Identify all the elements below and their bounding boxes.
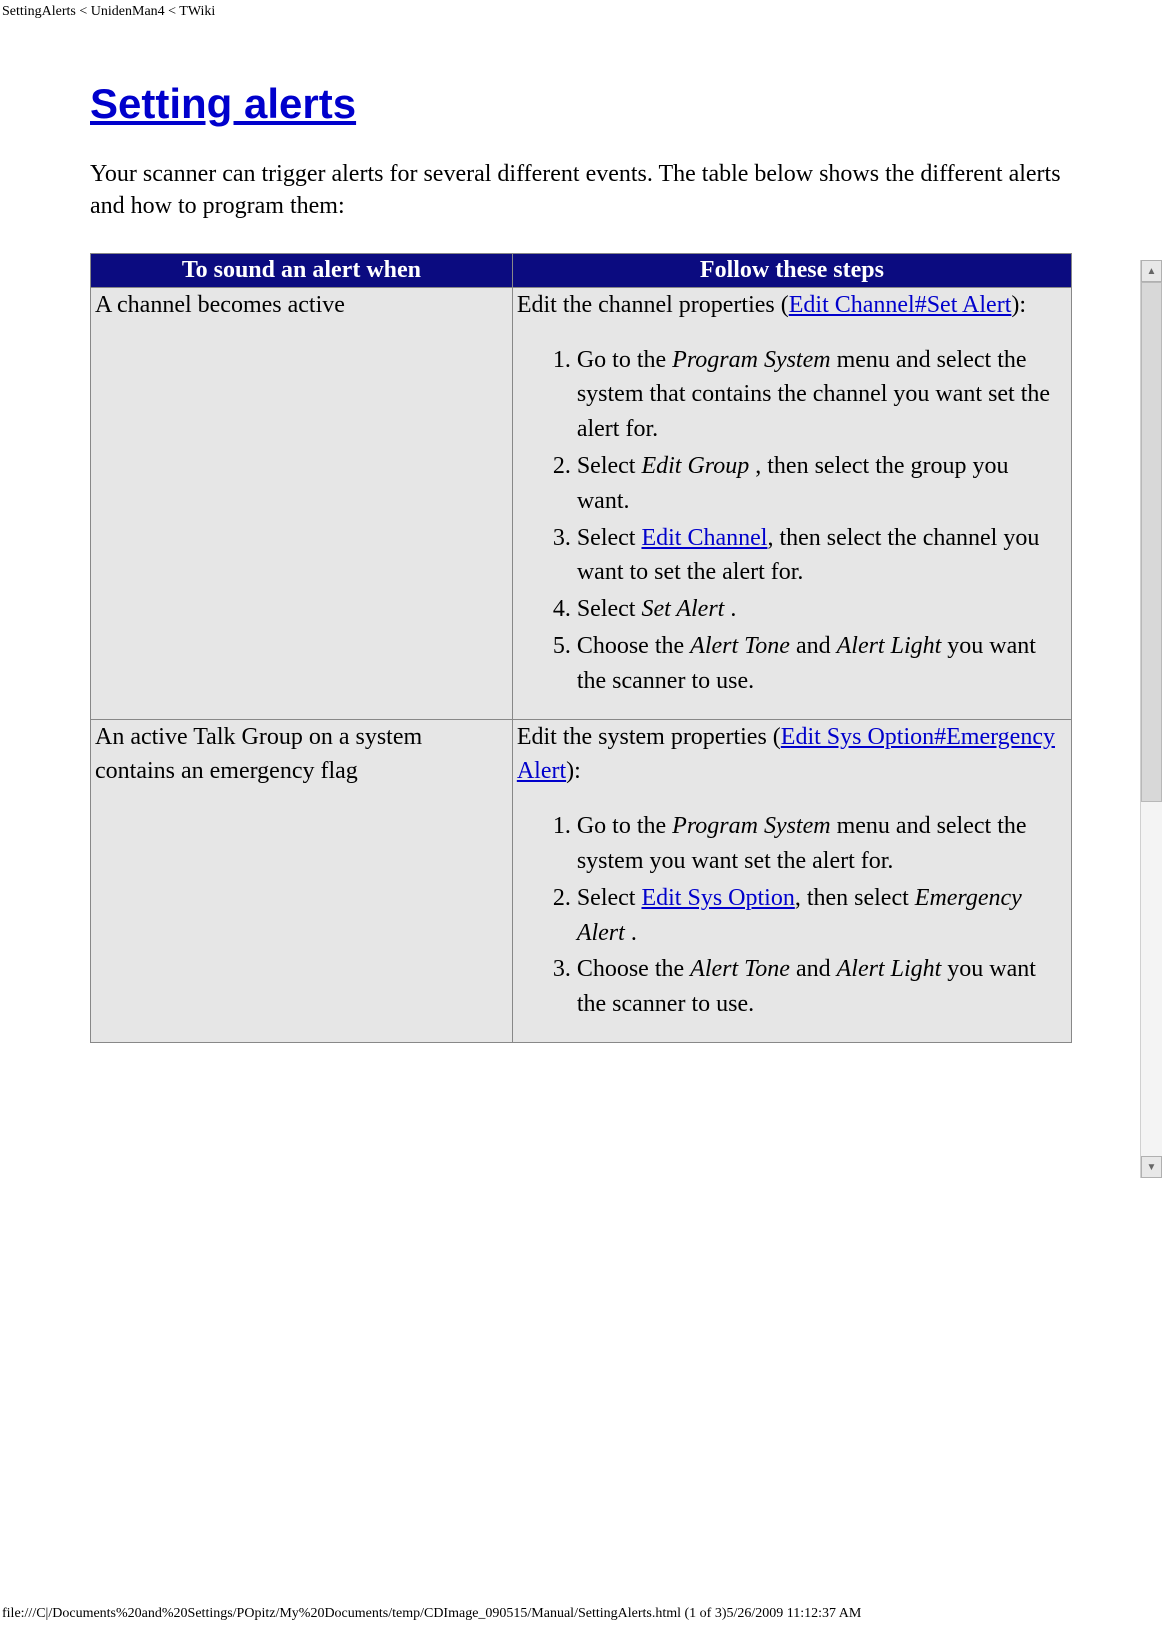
steps-list: Go to the Program System menu and select… [517,343,1067,699]
lead-text: Edit the channel properties ( [517,292,789,318]
chevron-up-icon: ▲ [1147,266,1157,277]
list-item: Select Edit Sys Option, then select Emer… [577,881,1067,951]
intro-text: Your scanner can trigger alerts for seve… [90,158,1072,223]
page-title: Setting alerts [90,80,1072,128]
lead-text: Edit the system properties ( [517,724,781,750]
col-header-steps: Follow these steps [512,253,1071,287]
list-item: Select Edit Channel, then select the cha… [577,521,1067,591]
alerts-table: To sound an alert when Follow these step… [90,253,1072,1043]
steps-cell: Edit the channel properties (Edit Channe… [512,287,1071,719]
scroll-down-button[interactable]: ▼ [1141,1156,1162,1178]
steps-list: Go to the Program System menu and select… [517,809,1067,1022]
scroll-up-button[interactable]: ▲ [1141,260,1162,282]
scroll-track[interactable] [1141,282,1162,1156]
edit-channel-set-alert-link[interactable]: Edit Channel#Set Alert [789,292,1012,318]
lead-text-post: ): [566,758,581,784]
chevron-down-icon: ▼ [1147,1162,1157,1173]
scroll-thumb[interactable] [1141,282,1162,802]
list-item: Go to the Program System menu and select… [577,809,1067,879]
title-link[interactable]: Setting alerts [90,80,356,127]
list-item: Select Set Alert . [577,592,1067,627]
col-header-trigger: To sound an alert when [91,253,513,287]
list-item: Choose the Alert Tone and Alert Light yo… [577,629,1067,699]
list-item: Choose the Alert Tone and Alert Light yo… [577,952,1067,1022]
trigger-cell: A channel becomes active [91,287,513,719]
header-breadcrumb: SettingAlerts < UnidenMan4 < TWiki [0,0,1162,20]
vertical-scrollbar[interactable]: ▲ ▼ [1140,260,1162,1178]
table-row: An active Talk Group on a system contain… [91,719,1072,1042]
footer-file-path: file:///C|/Documents%20and%20Settings/PO… [2,1606,1160,1622]
lead-text-post: ): [1011,292,1026,318]
edit-sys-option-link[interactable]: Edit Sys Option [641,885,794,911]
list-item: Select Edit Group , then select the grou… [577,449,1067,519]
steps-cell: Edit the system properties ( Edit Sys Opt… [512,719,1071,1042]
edit-channel-link[interactable]: Edit Channel [641,525,767,551]
trigger-cell: An active Talk Group on a system contain… [91,719,513,1042]
table-row: A channel becomes active Edit the channe… [91,287,1072,719]
list-item: Go to the Program System menu and select… [577,343,1067,447]
